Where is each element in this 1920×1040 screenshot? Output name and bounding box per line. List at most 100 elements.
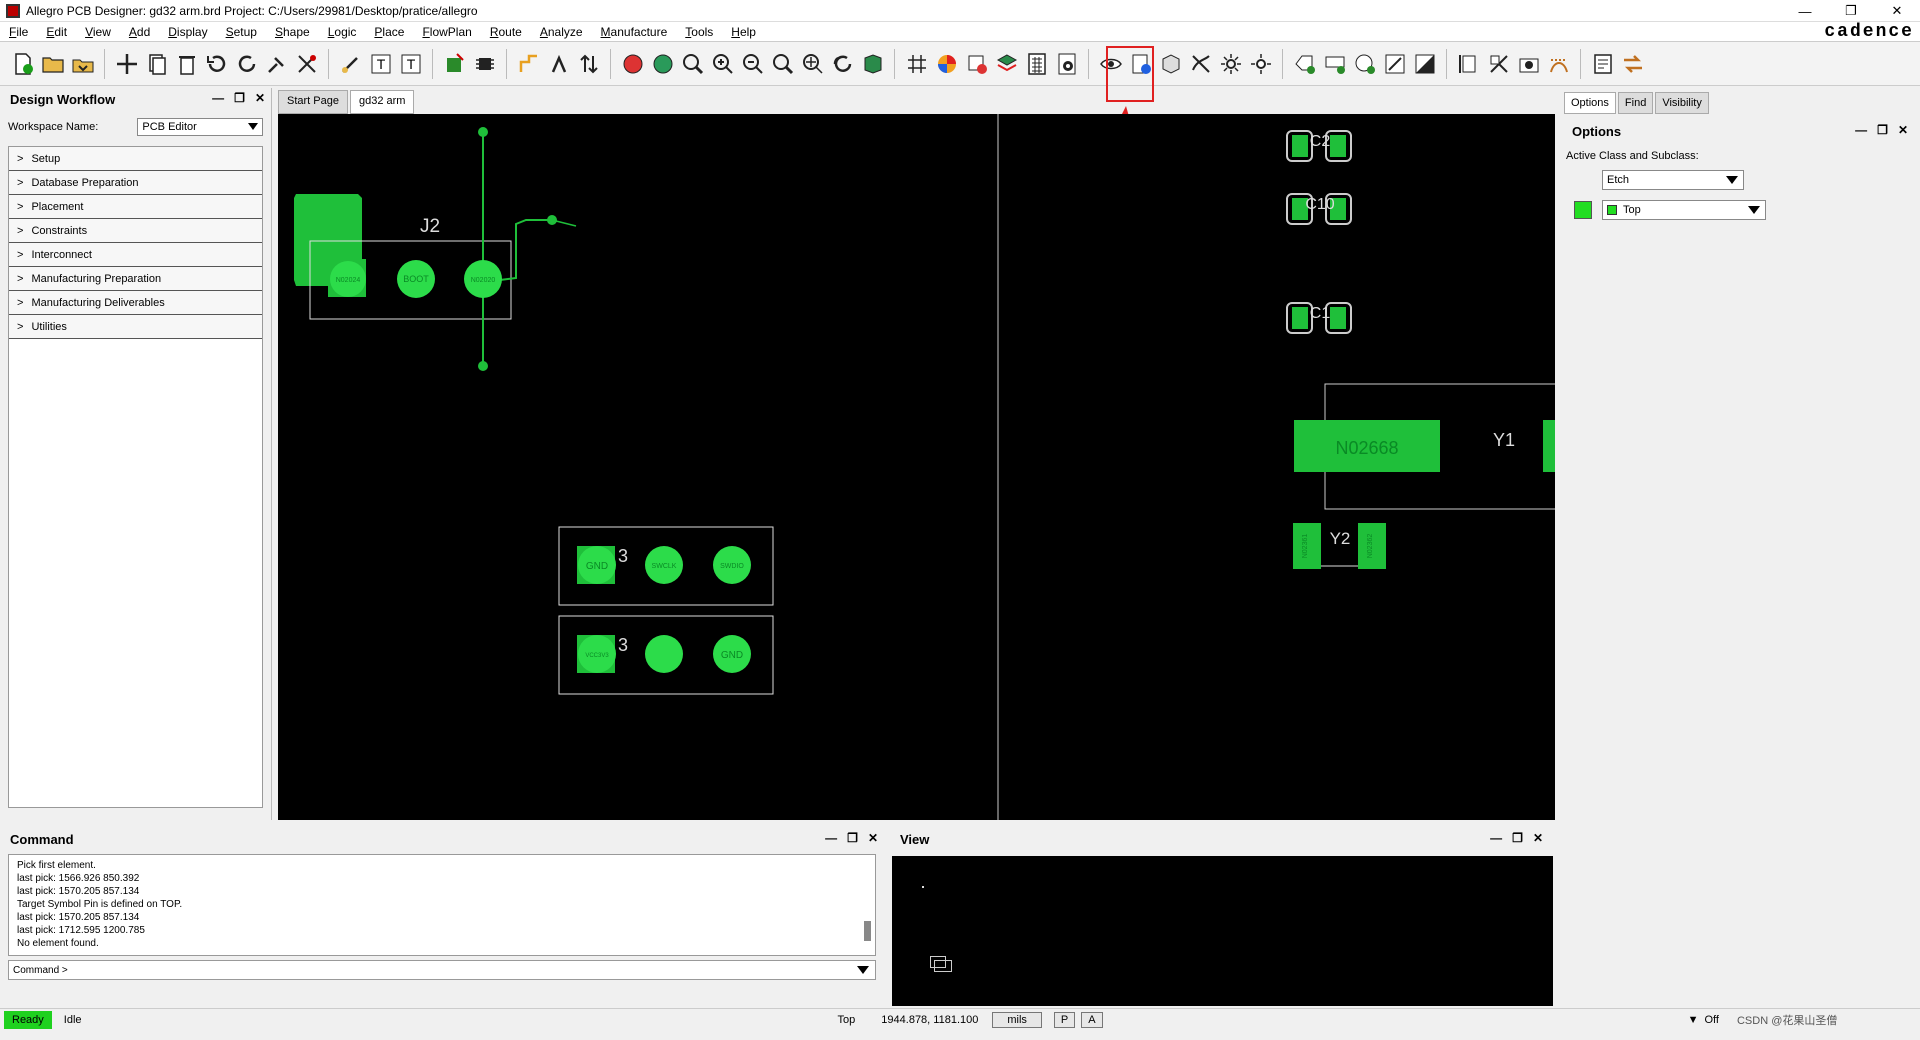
filter-icon[interactable]: ▼	[1688, 1014, 1699, 1026]
move-icon[interactable]	[113, 50, 141, 78]
open-folder-icon[interactable]	[39, 50, 67, 78]
shape-circle-icon[interactable]	[1351, 50, 1379, 78]
highlight-icon[interactable]	[1217, 50, 1245, 78]
reports-icon[interactable]	[1023, 50, 1051, 78]
menu-setup[interactable]: Setup	[217, 25, 266, 39]
workflow-item-interconnect[interactable]: > Interconnect	[9, 243, 262, 267]
command-scrollbar[interactable]	[864, 921, 871, 941]
workflow-item-manufacturing-deliverables[interactable]: > Manufacturing Deliverables	[9, 291, 262, 315]
menu-shape[interactable]: Shape	[266, 25, 319, 39]
layers-icon[interactable]	[993, 50, 1021, 78]
stitch-icon[interactable]	[1545, 50, 1573, 78]
view-close-icon[interactable]: ✕	[1533, 831, 1543, 845]
void-icon[interactable]	[1381, 50, 1409, 78]
menu-display[interactable]: Display	[159, 25, 216, 39]
menu-tools[interactable]: Tools	[676, 25, 722, 39]
subclass-color-swatch[interactable]	[1574, 201, 1592, 219]
menu-manufacture[interactable]: Manufacture	[592, 25, 677, 39]
class-select[interactable]: Etch	[1602, 170, 1744, 190]
script-icon[interactable]	[1589, 50, 1617, 78]
chip-icon[interactable]	[471, 50, 499, 78]
zoom-in-icon[interactable]	[709, 50, 737, 78]
world-view[interactable]	[892, 856, 1553, 1006]
zoom-out-icon[interactable]	[739, 50, 767, 78]
package-icon[interactable]	[1157, 50, 1185, 78]
options-close-icon[interactable]: ✕	[1898, 123, 1908, 137]
shape-rect-icon[interactable]	[1321, 50, 1349, 78]
workflow-item-database-preparation[interactable]: > Database Preparation	[9, 171, 262, 195]
new-file-icon[interactable]	[9, 50, 37, 78]
slide-icon[interactable]	[545, 50, 573, 78]
menu-logic[interactable]: Logic	[319, 25, 366, 39]
workflow-item-placement[interactable]: > Placement	[9, 195, 262, 219]
zoom-fit-icon[interactable]	[679, 50, 707, 78]
workflow-item-constraints[interactable]: > Constraints	[9, 219, 262, 243]
wirebond-icon[interactable]	[1485, 50, 1513, 78]
menu-file[interactable]: File	[0, 25, 37, 39]
edit-text-icon[interactable]: T	[397, 50, 425, 78]
workflow-item-utilities[interactable]: > Utilities	[9, 315, 262, 339]
restore-button[interactable]: ❐	[1828, 0, 1874, 22]
menu-analyze[interactable]: Analyze	[531, 25, 592, 39]
command-minimize-icon[interactable]: —	[825, 831, 837, 845]
panel-close-icon[interactable]: ✕	[255, 91, 265, 105]
route-connect-icon[interactable]	[515, 50, 543, 78]
command-close-icon[interactable]: ✕	[868, 831, 878, 845]
drc-red-icon[interactable]	[619, 50, 647, 78]
menu-place[interactable]: Place	[365, 25, 413, 39]
swap-icon[interactable]	[575, 50, 603, 78]
options-minimize-icon[interactable]: —	[1855, 123, 1867, 137]
subclass-select[interactable]: Top	[1602, 200, 1766, 220]
shadow-icon[interactable]	[963, 50, 991, 78]
workflow-item-setup[interactable]: > Setup	[9, 147, 262, 171]
zoom-previous-icon[interactable]	[769, 50, 797, 78]
tab-find[interactable]: Find	[1617, 92, 1654, 114]
view-float-icon[interactable]: ❐	[1512, 831, 1523, 845]
add-text-icon[interactable]: T	[367, 50, 395, 78]
shape-edit-icon[interactable]	[1411, 50, 1439, 78]
assign-color-icon[interactable]	[1455, 50, 1483, 78]
swap-arrows-icon[interactable]	[1619, 50, 1647, 78]
p-button[interactable]: P	[1053, 1011, 1076, 1028]
grid-icon[interactable]	[903, 50, 931, 78]
tab-options[interactable]: Options	[1564, 92, 1616, 114]
units-button[interactable]: mils	[992, 1011, 1042, 1028]
pcb-canvas[interactable]: N02024 BOOT N02020 J2 GND SWCLK SWDIO 3 …	[278, 114, 1555, 820]
workspace-select[interactable]: PCB Editor	[137, 118, 263, 136]
tab-start-page[interactable]: Start Page	[278, 90, 348, 114]
snapshot-icon[interactable]	[1515, 50, 1543, 78]
save-icon[interactable]	[69, 50, 97, 78]
panel-float-icon[interactable]: ❐	[234, 91, 245, 105]
tab-gd32-arm[interactable]: gd32 arm	[349, 90, 415, 114]
options-float-icon[interactable]: ❐	[1877, 123, 1888, 137]
menu-view[interactable]: View	[76, 25, 120, 39]
command-input[interactable]: Command >	[8, 960, 876, 980]
drc-green-icon[interactable]	[649, 50, 677, 78]
settings-doc-icon[interactable]	[1053, 50, 1081, 78]
no-rats-icon[interactable]	[1187, 50, 1215, 78]
unpin-icon[interactable]	[293, 50, 321, 78]
menu-edit[interactable]: Edit	[37, 25, 76, 39]
redraw-icon[interactable]	[829, 50, 857, 78]
pin-icon[interactable]	[263, 50, 291, 78]
dehighlight-icon[interactable]	[1247, 50, 1275, 78]
add-line-icon[interactable]	[337, 50, 365, 78]
copy-icon[interactable]	[143, 50, 171, 78]
view-minimize-icon[interactable]: —	[1490, 831, 1502, 845]
panel-minimize-icon[interactable]: —	[212, 91, 224, 105]
3d-view-icon[interactable]	[859, 50, 887, 78]
tab-visibility[interactable]: Visibility	[1655, 92, 1709, 114]
workflow-item-manufacturing-preparation[interactable]: > Manufacturing Preparation	[9, 267, 262, 291]
a-button[interactable]: A	[1081, 1011, 1103, 1028]
menu-flowplan[interactable]: FlowPlan	[413, 25, 480, 39]
menu-help[interactable]: Help	[722, 25, 765, 39]
color-icon[interactable]	[933, 50, 961, 78]
menu-add[interactable]: Add	[120, 25, 159, 39]
chevron-down-icon[interactable]	[857, 966, 869, 974]
place-component-icon[interactable]	[441, 50, 469, 78]
shape-add-icon[interactable]	[1291, 50, 1319, 78]
undo-icon[interactable]	[203, 50, 231, 78]
menu-route[interactable]: Route	[481, 25, 531, 39]
close-button[interactable]: ✕	[1874, 0, 1920, 22]
redo-icon[interactable]	[233, 50, 261, 78]
